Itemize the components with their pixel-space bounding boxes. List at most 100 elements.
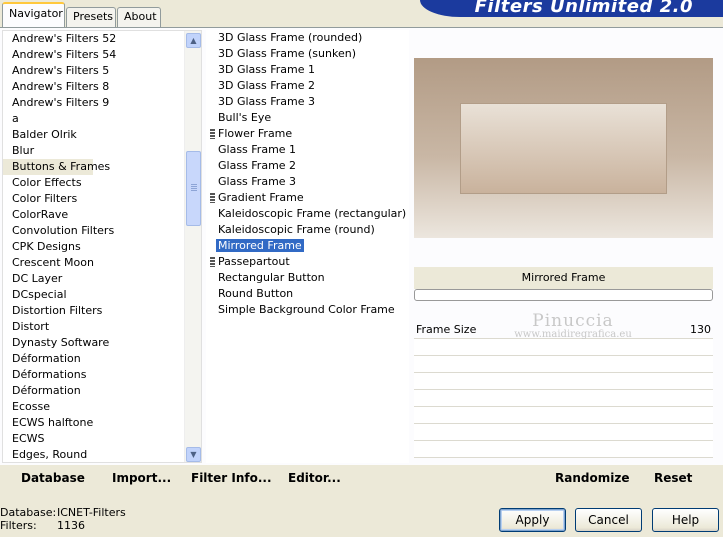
filter-item-label: Glass Frame 1: [218, 143, 297, 156]
filter-item[interactable]: 3D Glass Frame (rounded): [206, 30, 409, 46]
category-item[interactable]: ColorRave: [3, 207, 185, 223]
filter-item-label: Glass Frame 2: [218, 159, 297, 172]
category-item[interactable]: Déformations: [3, 367, 185, 383]
filter-item[interactable]: Mirrored Frame: [206, 238, 409, 254]
filter-item[interactable]: Kaleidoscopic Frame (rectangular): [206, 206, 409, 222]
category-item[interactable]: Edges, Round: [3, 447, 185, 462]
filter-item-label: 3D Glass Frame 1: [218, 63, 316, 76]
param-row-empty: [414, 407, 713, 424]
filter-item[interactable]: Kaleidoscopic Frame (round): [206, 222, 409, 238]
database-value: ICNET-Filters: [57, 506, 126, 519]
category-item[interactable]: Andrew's Filters 54: [3, 47, 185, 63]
filter-item[interactable]: Bull's Eye: [206, 110, 409, 126]
filter-item-label: Bull's Eye: [218, 111, 272, 124]
filter-list[interactable]: 3D Glass Frame (rounded) 3D Glass Frame (…: [206, 30, 409, 463]
category-item[interactable]: Déformation: [3, 383, 185, 399]
grip-icon: [210, 193, 215, 203]
category-item[interactable]: Distortion Filters: [3, 303, 185, 319]
randomize-button[interactable]: Randomize: [555, 471, 629, 485]
help-button[interactable]: Help: [652, 508, 719, 532]
category-item[interactable]: CPK Designs: [3, 239, 185, 255]
category-item[interactable]: Balder Olrik: [3, 127, 185, 143]
filter-item[interactable]: 3D Glass Frame 2: [206, 78, 409, 94]
reset-button[interactable]: Reset: [654, 471, 692, 485]
filter-item-label: Gradient Frame: [218, 191, 304, 204]
param-row-empty: [414, 390, 713, 407]
filter-item[interactable]: Glass Frame 3: [206, 174, 409, 190]
filter-info-button[interactable]: Filter Info...: [191, 471, 272, 485]
filter-item[interactable]: Gradient Frame: [206, 190, 409, 206]
filter-item[interactable]: 3D Glass Frame 1: [206, 62, 409, 78]
action-bar: Database Import... Filter Info... Editor…: [0, 465, 723, 495]
filter-item[interactable]: Glass Frame 1: [206, 142, 409, 158]
category-item[interactable]: Déformation: [3, 351, 185, 367]
database-button[interactable]: Database: [21, 471, 85, 485]
parameter-list: Frame Size 130: [414, 322, 713, 462]
category-item[interactable]: ECWS halftone: [3, 415, 185, 431]
filter-item-label: Rectangular Button: [218, 271, 325, 284]
filter-item-label: Mirrored Frame: [216, 239, 304, 252]
category-item[interactable]: DC Layer: [3, 271, 185, 287]
filter-item-label: Glass Frame 3: [218, 175, 297, 188]
param-frame-size[interactable]: Frame Size 130: [414, 322, 713, 339]
scroll-up-button[interactable]: ▲: [186, 33, 201, 48]
apply-button[interactable]: Apply: [499, 508, 566, 532]
cancel-button[interactable]: Cancel: [575, 508, 642, 532]
filter-item-label: Simple Background Color Frame: [218, 303, 395, 316]
filter-item[interactable]: Passepartout: [206, 254, 409, 270]
param-value: 130: [690, 323, 711, 336]
scroll-thumb[interactable]: [186, 151, 201, 226]
param-row-empty: [414, 424, 713, 441]
param-row-empty: [414, 356, 713, 373]
category-item[interactable]: Ecosse: [3, 399, 185, 415]
filter-item[interactable]: Simple Background Color Frame: [206, 302, 409, 318]
scroll-down-button[interactable]: ▼: [186, 447, 201, 462]
app-banner: Filters Unlimited 2.0: [420, 0, 723, 17]
tab-presets[interactable]: Presets: [66, 7, 116, 27]
category-item[interactable]: Andrew's Filters 9: [3, 95, 185, 111]
filter-item-label: Passepartout: [218, 255, 290, 268]
filter-item-label: Flower Frame: [218, 127, 293, 140]
category-item[interactable]: Color Effects: [3, 175, 185, 191]
editor-button[interactable]: Editor...: [288, 471, 341, 485]
tab-about[interactable]: About: [117, 7, 161, 27]
filter-item[interactable]: Glass Frame 2: [206, 158, 409, 174]
category-item[interactable]: Crescent Moon: [3, 255, 185, 271]
tab-navigator[interactable]: Navigator: [2, 2, 65, 27]
category-item[interactable]: Color Filters: [3, 191, 185, 207]
category-item[interactable]: Buttons & Frames: [3, 159, 110, 175]
filter-item-label: 3D Glass Frame 2: [218, 79, 316, 92]
filter-item-label: 3D Glass Frame (sunken): [218, 47, 356, 60]
filter-item-label: 3D Glass Frame (rounded): [218, 31, 363, 44]
category-item[interactable]: Distort: [3, 319, 185, 335]
param-row-empty: [414, 441, 713, 458]
filter-item[interactable]: Flower Frame: [206, 126, 409, 142]
current-filter-name: Mirrored Frame: [414, 267, 713, 289]
import-button[interactable]: Import...: [112, 471, 171, 485]
param-row-empty: [414, 373, 713, 390]
navigator-panel: Andrew's Filters 52 Andrew's Filters 54 An…: [0, 27, 723, 495]
category-item[interactable]: Blur: [3, 143, 185, 159]
filter-item[interactable]: Rectangular Button: [206, 270, 409, 286]
filter-item[interactable]: 3D Glass Frame 3: [206, 94, 409, 110]
filter-item[interactable]: 3D Glass Frame (sunken): [206, 46, 409, 62]
category-item[interactable]: Convolution Filters: [3, 223, 185, 239]
category-item[interactable]: Andrew's Filters 5: [3, 63, 185, 79]
filter-item[interactable]: Round Button: [206, 286, 409, 302]
preview-frame: [460, 103, 667, 194]
filter-item-label: Kaleidoscopic Frame (round): [218, 223, 375, 236]
filters-label: Filters:: [0, 519, 37, 532]
category-item[interactable]: DCspecial: [3, 287, 185, 303]
preview-image: [414, 58, 713, 238]
database-label: Database:: [0, 506, 57, 519]
category-item[interactable]: Andrew's Filters 8: [3, 79, 185, 95]
filter-item-label: 3D Glass Frame 3: [218, 95, 316, 108]
category-item[interactable]: Andrew's Filters 52: [3, 31, 185, 47]
category-item[interactable]: ECWS: [3, 431, 185, 447]
category-item[interactable]: Dynasty Software: [3, 335, 185, 351]
grip-icon: [210, 129, 215, 139]
category-scrollbar[interactable]: ▲ ▼: [184, 31, 201, 462]
category-item[interactable]: a: [3, 111, 185, 127]
category-list[interactable]: Andrew's Filters 52 Andrew's Filters 54 An…: [2, 30, 202, 463]
tab-bar: Navigator Presets About: [0, 0, 420, 27]
